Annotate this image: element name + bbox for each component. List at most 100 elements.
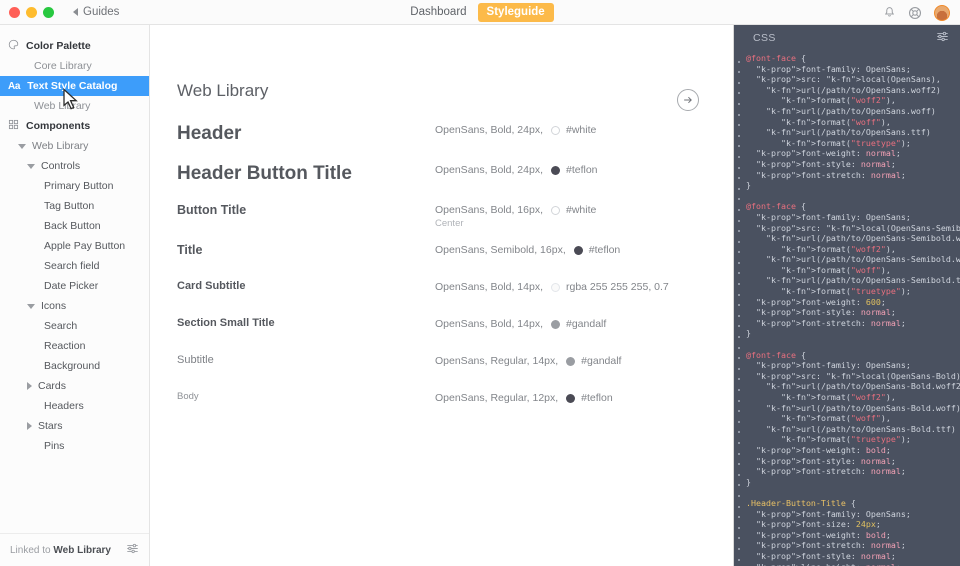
code-fold-dot — [737, 399, 740, 402]
center-tabs: Dashboard Styleguide — [0, 0, 960, 24]
color-swatch[interactable] — [551, 125, 560, 135]
code-fold-dot — [737, 155, 740, 158]
text-style-row[interactable]: Title OpenSans, Semibold, 16px, #teflon — [177, 243, 733, 280]
color-swatch[interactable] — [551, 282, 560, 292]
sidebar-item-controls[interactable]: Controls — [0, 156, 149, 176]
code-source[interactable]: @font-face { "k-prop">font-family: OpenS… — [743, 50, 960, 566]
color-swatch-group: rgba 255 255 255, 0.7 — [551, 281, 669, 293]
close-window-button[interactable] — [9, 6, 20, 18]
sidebar-item-pins[interactable]: Pins — [0, 436, 149, 456]
chevron-down-icon[interactable] — [18, 143, 26, 149]
code-fold-dot — [737, 336, 740, 339]
text-style-name: Body — [177, 391, 199, 402]
code-fold-dot — [737, 92, 740, 95]
sidebar-item-primary-button[interactable]: Primary Button — [0, 176, 149, 196]
font-spec-text: OpenSans, Regular, 14px, — [435, 355, 559, 367]
sidebar-status-bar: Linked to Web Library — [0, 533, 149, 566]
mouse-cursor — [62, 88, 79, 116]
page-title: Web Library — [177, 81, 269, 100]
color-swatch[interactable] — [551, 205, 560, 215]
color-swatch[interactable] — [573, 245, 583, 255]
font-spec-text: OpenSans, Bold, 24px, — [435, 164, 543, 176]
color-swatch[interactable] — [566, 356, 576, 366]
sidebar-item-date-picker[interactable]: Date Picker — [0, 276, 149, 296]
text-style-list: Header OpenSans, Bold, 24px, #white Header … — [177, 123, 733, 425]
color-swatch[interactable] — [566, 393, 576, 403]
code-body: @font-face { "k-prop">font-family: OpenS… — [734, 50, 960, 566]
code-fold-dot — [737, 60, 740, 63]
sidebar-item-search[interactable]: Search — [0, 316, 149, 336]
tab-dashboard[interactable]: Dashboard — [406, 4, 470, 20]
tab-styleguide[interactable]: Styleguide — [477, 2, 554, 22]
sidebar-item-label: Components — [26, 120, 91, 132]
text-style-spec: OpenSans, Regular, 14px, #gandalf — [435, 354, 621, 367]
back-to-guides-button[interactable]: Guides — [73, 6, 119, 18]
text-style-sample: Title — [177, 243, 435, 257]
text-style-row[interactable]: Body OpenSans, Regular, 12px, #teflon — [177, 391, 733, 425]
code-fold-dot — [737, 389, 740, 391]
sidebar-item-core-library[interactable]: Core Library — [0, 56, 149, 76]
sidebar-item-stars[interactable]: Stars — [0, 416, 149, 436]
text-style-row[interactable]: Header Button Title OpenSans, Bold, 24px,… — [177, 163, 733, 203]
text-style-sample: Subtitle — [177, 354, 435, 366]
chevron-down-icon[interactable] — [27, 163, 35, 169]
chevron-left-icon — [73, 8, 78, 16]
code-fold-dot — [737, 325, 740, 328]
text-style-spec: OpenSans, Bold, 14px, rgba 255 255 255, 0… — [435, 280, 669, 293]
chevron-down-icon[interactable] — [27, 303, 35, 309]
code-fold-dot — [737, 293, 740, 296]
sidebar-item-reaction[interactable]: Reaction — [0, 336, 149, 356]
code-fold-dot — [737, 145, 740, 148]
sidebar-item-web-library[interactable]: Web Library — [0, 136, 149, 156]
sidebar-item-label: Icons — [41, 300, 67, 312]
text-style-row[interactable]: Header OpenSans, Bold, 24px, #white — [177, 123, 733, 163]
chevron-right-icon[interactable] — [27, 382, 32, 390]
color-swatch[interactable] — [551, 165, 560, 175]
sidebar-item-background[interactable]: Background — [0, 356, 149, 376]
sidebar-item-icons[interactable]: Icons — [0, 296, 149, 316]
color-swatch-group: #teflon — [551, 164, 598, 176]
sidebar-item-search-field[interactable]: Search field — [0, 256, 149, 276]
page-header: Web Library — [177, 81, 733, 101]
color-swatch[interactable] — [551, 319, 560, 329]
code-fold-dot — [737, 219, 740, 222]
sidebar-item-apple-pay-button[interactable]: Apple Pay Button — [0, 236, 149, 256]
sidebar-item-cards[interactable]: Cards — [0, 376, 149, 396]
code-panel-settings-sliders-icon[interactable] — [936, 30, 949, 46]
sidebar-item-color-palette[interactable]: Color Palette — [0, 36, 149, 56]
text-style-sample: Button Title — [177, 203, 435, 217]
minimize-window-button[interactable] — [26, 6, 37, 18]
sidebar-item-label: Search — [44, 320, 78, 332]
chevron-right-icon[interactable] — [27, 422, 32, 430]
maximize-window-button[interactable] — [43, 6, 54, 18]
text-style-row[interactable]: Subtitle OpenSans, Regular, 14px, #gandalf — [177, 354, 733, 391]
text-style-row[interactable]: Section Small Title OpenSans, Bold, 14px,… — [177, 317, 733, 354]
next-section-arrow-button[interactable] — [677, 89, 699, 111]
text-style-sample: Header — [177, 123, 435, 145]
notifications-bell-icon[interactable] — [883, 6, 896, 19]
sidebar-item-tag-button[interactable]: Tag Button — [0, 196, 149, 216]
sidebar-item-label: Search field — [44, 260, 100, 272]
font-spec-text: OpenSans, Bold, 14px, — [435, 281, 543, 293]
color-name: #teflon — [566, 164, 598, 176]
help-lifebuoy-icon[interactable] — [908, 6, 922, 20]
code-fold-dot — [737, 367, 740, 370]
sidebar-item-label: Headers — [44, 400, 84, 412]
sidebar-item-headers[interactable]: Headers — [0, 396, 149, 416]
code-fold-dot — [737, 124, 740, 127]
code-fold-dot — [737, 113, 740, 116]
color-swatch-group: #teflon — [573, 244, 620, 256]
sidebar-item-components[interactable]: Components — [0, 116, 149, 136]
text-style-row[interactable]: Button Title OpenSans, Bold, 16px, Center #… — [177, 203, 733, 243]
text-style-name: Subtitle — [177, 354, 214, 366]
code-fold-dot — [737, 357, 740, 360]
sidebar-item-back-button[interactable]: Back Button — [0, 216, 149, 236]
text-style-row[interactable]: Card Subtitle OpenSans, Bold, 14px, rgba 2… — [177, 280, 733, 317]
sidebar-settings-sliders-icon[interactable] — [126, 542, 139, 558]
code-fold-dot — [737, 251, 740, 254]
avatar[interactable] — [934, 4, 950, 21]
aa-text-icon: Aa — [8, 80, 21, 92]
code-fold-dot — [737, 558, 740, 561]
text-style-spec: OpenSans, Bold, 16px, Center #white — [435, 203, 596, 229]
text-style-spec: OpenSans, Bold, 14px, #gandalf — [435, 317, 606, 330]
